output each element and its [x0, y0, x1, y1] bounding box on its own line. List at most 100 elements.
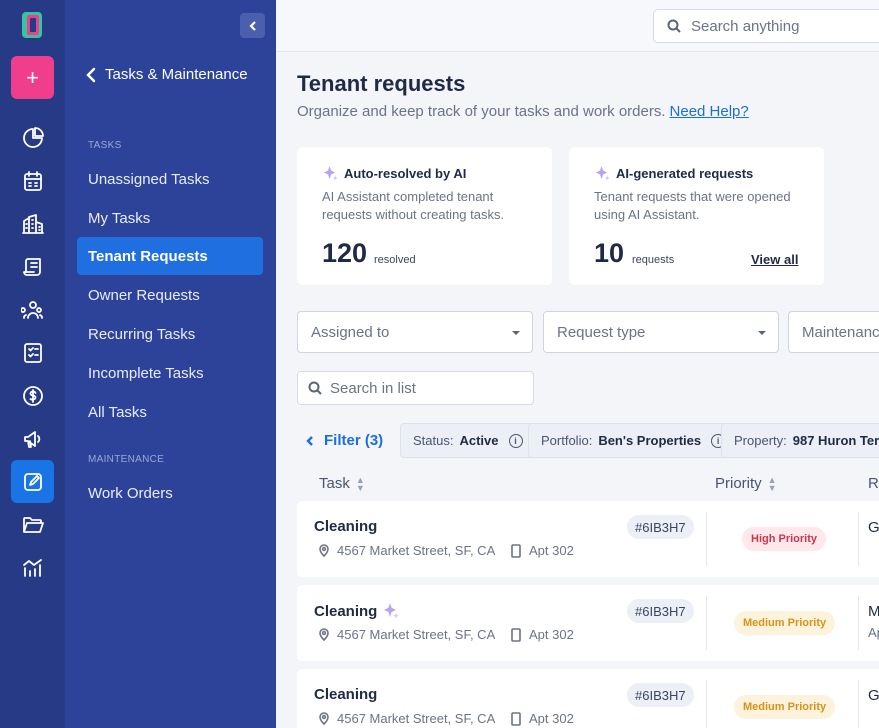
list-search-input[interactable]: Search in list [297, 371, 534, 405]
column-header-third[interactable]: Re [868, 475, 879, 492]
sort-icon: ▲ ▼ [767, 474, 777, 493]
global-search-input[interactable]: Search anything [653, 9, 879, 43]
people-network-icon [20, 300, 43, 319]
scroll-icon [22, 257, 41, 276]
column-header-label: Task [319, 475, 350, 492]
caret-down-icon [512, 331, 520, 335]
tasks-checklist-nav-button[interactable] [11, 331, 54, 374]
nav-section-maintenance: MAINTENANCE [88, 454, 165, 465]
sidebar-item-all-tasks[interactable]: All Tasks [77, 393, 263, 431]
filter-toggle-button[interactable]: Filter (3) [305, 432, 383, 449]
sidebar-item-work-orders[interactable]: Work Orders [77, 474, 263, 512]
top-bar: Search anything [276, 0, 879, 52]
auto-resolved-unit: resolved [374, 254, 416, 266]
chip-value: Active [459, 433, 499, 448]
edit-icon [23, 472, 42, 491]
task-address: 4567 Market Street, SF, CA [318, 543, 495, 558]
page-subtitle-text: Organize and keep track of your tasks an… [297, 103, 666, 120]
app-logo-icon[interactable] [22, 12, 42, 38]
table-row[interactable]: Cleaning 4567 Market Street, SF, CA Apt … [297, 669, 879, 728]
ai-generated-title: AI-generated requests [594, 165, 753, 182]
reports-nav-button[interactable] [11, 546, 54, 589]
leases-nav-button[interactable] [11, 245, 54, 288]
dashboard-nav-button[interactable] [11, 116, 54, 159]
maintenance-dropdown[interactable]: Maintenanc [788, 311, 879, 353]
search-icon [308, 381, 322, 395]
request-type-label: Request type [557, 323, 646, 341]
sidebar-item-tenant-requests[interactable]: Tenant Requests [77, 237, 263, 275]
filter-chip-property[interactable]: Property: 987 Huron Terra [721, 423, 879, 458]
view-all-link[interactable]: View all [751, 252, 798, 267]
chevron-left-icon [86, 67, 96, 82]
sidebar-item-my-tasks[interactable]: My Tasks [77, 199, 263, 237]
task-id-badge: #6IB3H7 [627, 683, 694, 707]
column-header-task[interactable]: Task ▲ ▼ [319, 475, 365, 492]
address-text: 4567 Market Street, SF, CA [337, 627, 496, 642]
calendar-nav-button[interactable] [11, 159, 54, 202]
unit-text: Apt 302 [529, 543, 574, 558]
assigned-to-dropdown[interactable]: Assigned to [297, 311, 533, 353]
need-help-link[interactable]: Need Help? [670, 103, 749, 120]
back-to-tasks-maintenance[interactable]: Tasks & Maintenance [85, 66, 248, 83]
pie-chart-icon [22, 126, 44, 148]
page-title: Tenant requests [297, 71, 466, 96]
add-new-button[interactable]: + [11, 56, 54, 99]
sparkle-icon [595, 165, 610, 181]
priority-badge: High Priority [742, 527, 827, 551]
task-unit: Apt 302 [510, 627, 574, 642]
info-icon[interactable]: i [508, 433, 523, 448]
table-row[interactable]: Cleaning 4567 Market Street, SF, CA Apt … [297, 585, 879, 661]
ai-generated-description: Tenant requests that were opened using A… [594, 189, 791, 222]
chip-key: Portfolio: [541, 433, 593, 448]
sidebar-item-recurring-tasks[interactable]: Recurring Tasks [77, 315, 263, 353]
collapse-sidebar-button[interactable] [240, 13, 265, 38]
door-icon [511, 711, 521, 726]
task-name-text: Cleaning [314, 518, 378, 535]
divider [706, 512, 707, 566]
sparkle-icon [323, 165, 338, 181]
filter-chip-portfolio[interactable]: Portfolio: Ben's Properties i [528, 423, 737, 458]
sidebar-item-incomplete-tasks[interactable]: Incomplete Tasks [77, 354, 263, 392]
task-unit: Apt 302 [510, 543, 574, 558]
auto-resolved-title: Auto-resolved by AI [322, 165, 466, 182]
people-nav-button[interactable] [11, 288, 54, 331]
address-text: 4567 Market Street, SF, CA [337, 543, 496, 558]
calendar-icon [23, 170, 42, 191]
properties-nav-button[interactable] [11, 202, 54, 245]
filter-chip-status[interactable]: Status: Active i [400, 423, 534, 458]
divider [858, 512, 859, 566]
ai-generated-count: 10 [594, 238, 625, 268]
nav-back-label: Tasks & Maintenance [105, 66, 248, 83]
column-header-priority[interactable]: Priority ▲ ▼ [715, 475, 777, 492]
priority-badge: Medium Priority [734, 611, 836, 635]
task-address: 4567 Market Street, SF, CA [318, 627, 495, 642]
table-row[interactable]: Cleaning 4567 Market Street, SF, CA Apt … [297, 501, 879, 577]
third-column-cell: G [868, 687, 879, 704]
divider [706, 680, 707, 728]
search-icon [667, 19, 681, 33]
task-name-text: Cleaning [314, 686, 378, 703]
task-id-badge: #6IB3H7 [627, 599, 694, 623]
task-unit: Apt 302 [510, 711, 574, 726]
divider [858, 596, 859, 650]
assigned-to-label: Assigned to [311, 323, 390, 341]
priority-badge: Medium Priority [734, 695, 836, 719]
icon-rail: + [0, 0, 65, 728]
chip-value: 987 Huron Terra [792, 433, 879, 448]
tasks-maintenance-nav-button[interactable] [11, 460, 54, 503]
global-search-placeholder: Search anything [691, 17, 800, 35]
sidebar-item-owner-requests[interactable]: Owner Requests [77, 276, 263, 314]
location-pin-icon [319, 544, 329, 557]
accounting-nav-button[interactable] [11, 374, 54, 417]
auto-resolved-count: 120 [322, 238, 368, 268]
nav-section-tasks: TASKS [88, 140, 122, 151]
request-type-dropdown[interactable]: Request type [543, 311, 779, 353]
marketing-nav-button[interactable] [11, 417, 54, 460]
location-pin-icon [319, 628, 329, 641]
list-search-placeholder: Search in list [330, 379, 416, 397]
task-name: Cleaning [314, 518, 377, 535]
sidebar-item-unassigned-tasks[interactable]: Unassigned Tasks [77, 160, 263, 198]
secondary-nav: Tasks & Maintenance TASKS Unassigned Tas… [65, 0, 276, 728]
files-nav-button[interactable] [11, 503, 54, 546]
filter-label: Filter (3) [324, 432, 384, 449]
